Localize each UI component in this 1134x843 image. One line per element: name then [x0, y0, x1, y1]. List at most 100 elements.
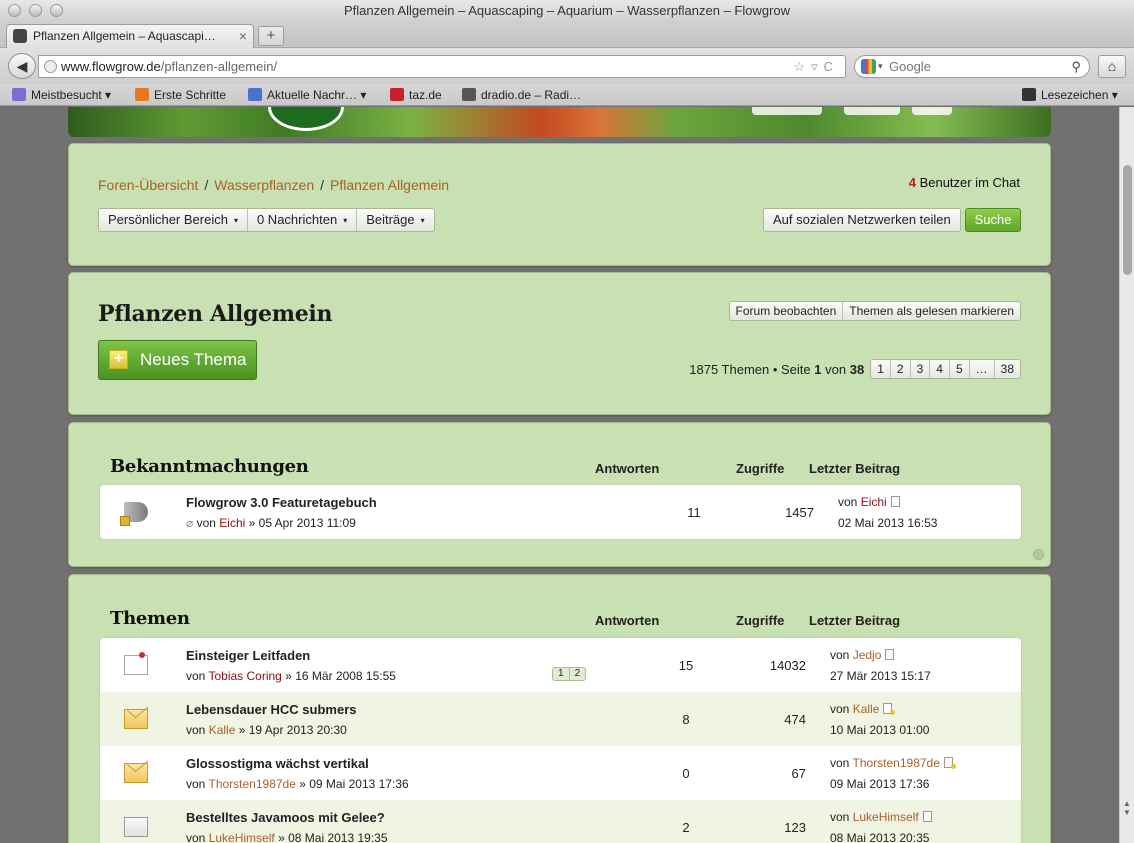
user-menu-group: Persönlicher Bereich ▾ 0 Nachrichten ▾ Bei…: [98, 208, 435, 232]
view-count: 474: [784, 712, 806, 727]
topic-title-link[interactable]: Lebensdauer HCC submers: [186, 702, 357, 717]
back-button[interactable]: ◀: [8, 53, 36, 79]
magnifier-icon[interactable]: ⚲: [1071, 56, 1081, 77]
scrollbar-thumb[interactable]: [1123, 165, 1132, 275]
posts-dropdown[interactable]: Beiträge ▾: [357, 209, 433, 231]
chat-users-link[interactable]: 4 Benutzer im Chat: [909, 175, 1020, 190]
topics-title: Themen: [110, 608, 190, 629]
answer-count: 2: [682, 820, 690, 835]
go-to-post-icon[interactable]: [885, 649, 895, 660]
go-to-post-icon[interactable]: [890, 496, 900, 507]
google-icon[interactable]: [861, 59, 876, 74]
topic-title-link[interactable]: Flowgrow 3.0 Featuretagebuch: [186, 495, 377, 510]
banner-nav-tab[interactable]: [912, 107, 952, 115]
chevron-down-icon: ▾: [233, 216, 238, 225]
go-to-new-post-icon[interactable]: [883, 703, 896, 715]
page-link[interactable]: 4: [930, 360, 950, 378]
last-post-user-link[interactable]: Thorsten1987de: [852, 756, 939, 770]
author-link[interactable]: LukeHimself: [209, 831, 275, 843]
flowgrow-logo-icon[interactable]: [268, 107, 344, 131]
search-engine-caret-icon[interactable]: ▾: [878, 56, 883, 77]
author-link[interactable]: Kalle: [209, 723, 236, 737]
new-thread-button[interactable]: + Neues Thema: [98, 340, 257, 380]
breadcrumb-plants-general[interactable]: Pflanzen Allgemein: [330, 177, 449, 193]
table-row: Flowgrow 3.0 Featuretagebuch ⌀ von Eichi…: [100, 485, 1021, 539]
topic-title-link[interactable]: Einsteiger Leitfaden: [186, 648, 310, 663]
minimize-window-button[interactable]: [29, 4, 42, 17]
topic-meta: von Kalle » 19 Apr 2013 20:30: [186, 723, 347, 737]
collapse-toggle-icon[interactable]: [1033, 549, 1044, 560]
go-to-new-post-icon[interactable]: [943, 757, 956, 769]
bookmark-most-visited[interactable]: Meistbesucht ▾: [12, 84, 111, 106]
page-link[interactable]: 2: [570, 668, 586, 680]
messages-dropdown[interactable]: 0 Nachrichten ▾: [248, 209, 358, 231]
breadcrumb-forum-index[interactable]: Foren-Übersicht: [98, 177, 198, 193]
last-post-user-link[interactable]: Jedjo: [853, 648, 882, 662]
tab-bar: Pflanzen Allgemein – Aquascapi… × +: [0, 22, 1134, 48]
watch-forum-button[interactable]: Forum beobachten: [730, 302, 844, 320]
plus-icon: +: [109, 350, 128, 369]
page-link[interactable]: 3: [911, 360, 931, 378]
topic-title-link[interactable]: Glossostigma wächst vertikal: [186, 756, 369, 771]
scroll-arrows-icon[interactable]: ▲ ▼: [1122, 799, 1132, 817]
chat-users-label: Benutzer im Chat: [919, 175, 1020, 190]
breadcrumb-water-plants[interactable]: Wasserpflanzen: [214, 177, 314, 193]
view-count: 14032: [769, 658, 806, 673]
answer-count: 15: [678, 658, 694, 673]
page-link[interactable]: 38: [995, 360, 1020, 378]
close-window-button[interactable]: [8, 4, 21, 17]
topic-meta: von LukeHimself » 08 Mai 2013 19:35: [186, 831, 388, 843]
tab-close-icon[interactable]: ×: [239, 25, 247, 47]
breadcrumb: Foren-Übersicht / Wasserpflanzen / Pflanzen …: [98, 177, 450, 193]
page-scrollbar[interactable]: ▲ ▼: [1119, 107, 1134, 843]
topic-meta: von Tobias Coring » 16 Mär 2008 15:55: [186, 669, 396, 683]
page-link[interactable]: 1: [553, 668, 570, 680]
url-bar[interactable]: www.flowgrow.de/pflanzen-allgemein/ ☆▿C: [38, 55, 846, 78]
bookmark-getting-started[interactable]: Erste Schritte: [135, 84, 226, 106]
announcements-panel: Bekanntmachungen Antworten Zugriffe Letz…: [68, 422, 1051, 567]
last-post-by: von Thorsten1987de: [830, 756, 956, 770]
taz-icon: [390, 88, 404, 101]
envelope-read-icon: [124, 817, 148, 837]
page-link[interactable]: 1: [871, 360, 891, 378]
page-link[interactable]: 2: [891, 360, 911, 378]
window-title: Pflanzen Allgemein – Aquascaping – Aquar…: [343, 3, 791, 18]
bookmark-taz[interactable]: taz.de: [390, 84, 442, 106]
author-link[interactable]: Tobias Coring: [208, 669, 281, 683]
answers-column-header: Antworten: [595, 461, 660, 476]
last-post-by: von LukeHimself: [830, 810, 932, 824]
last-post-user-link[interactable]: LukeHimself: [853, 810, 919, 824]
page-ellipsis[interactable]: …: [970, 360, 995, 378]
bookmark-latest-news[interactable]: Aktuelle Nachr… ▾: [248, 84, 366, 106]
topic-meta: von Thorsten1987de » 09 Mai 2013 17:36: [186, 777, 409, 791]
bookmarks-menu[interactable]: Lesezeichen ▾: [1022, 84, 1118, 106]
personal-area-dropdown[interactable]: Persönlicher Bereich ▾: [99, 209, 248, 231]
web-search-input[interactable]: ▾ Google ⚲: [854, 55, 1090, 78]
url-path: /pflanzen-allgemein/: [160, 59, 278, 74]
bookmark-dradio[interactable]: dradio.de – Radi…: [462, 84, 581, 106]
author-link[interactable]: Thorsten1987de: [208, 777, 295, 791]
header-panel: Foren-Übersicht / Wasserpflanzen / Pflanzen …: [68, 143, 1051, 266]
announcements-title: Bekanntmachungen: [110, 456, 309, 477]
url-action-icons[interactable]: ☆▿C: [793, 56, 839, 77]
zoom-window-button[interactable]: [50, 4, 63, 17]
last-post-column-header: Letzter Beitrag: [809, 613, 901, 628]
home-button[interactable]: ⌂: [1098, 55, 1126, 78]
go-to-post-icon[interactable]: [922, 811, 932, 822]
topic-title-link[interactable]: Bestelltes Javamoos mit Gelee?: [186, 810, 385, 825]
banner-nav-tab[interactable]: [752, 107, 822, 115]
page-buttons: 1 2 3 4 5 … 38: [870, 359, 1021, 379]
search-button[interactable]: Suche: [965, 208, 1021, 232]
last-post-user-link[interactable]: Eichi: [861, 495, 887, 509]
new-tab-button[interactable]: +: [258, 26, 284, 46]
table-row: Einsteiger Leitfaden von Tobias Coring »…: [100, 638, 1021, 692]
last-post-by: von Kalle: [830, 702, 896, 716]
page-link[interactable]: 5: [950, 360, 970, 378]
share-social-button[interactable]: Auf sozialen Netzwerken teilen: [763, 208, 961, 232]
mark-read-button[interactable]: Themen als gelesen markieren: [843, 302, 1020, 320]
views-column-header: Zugriffe: [736, 461, 785, 476]
author-link[interactable]: Eichi: [219, 516, 245, 530]
last-post-user-link[interactable]: Kalle: [853, 702, 880, 716]
tab-active[interactable]: Pflanzen Allgemein – Aquascapi… ×: [6, 24, 254, 48]
banner-nav-tab[interactable]: [844, 107, 900, 115]
